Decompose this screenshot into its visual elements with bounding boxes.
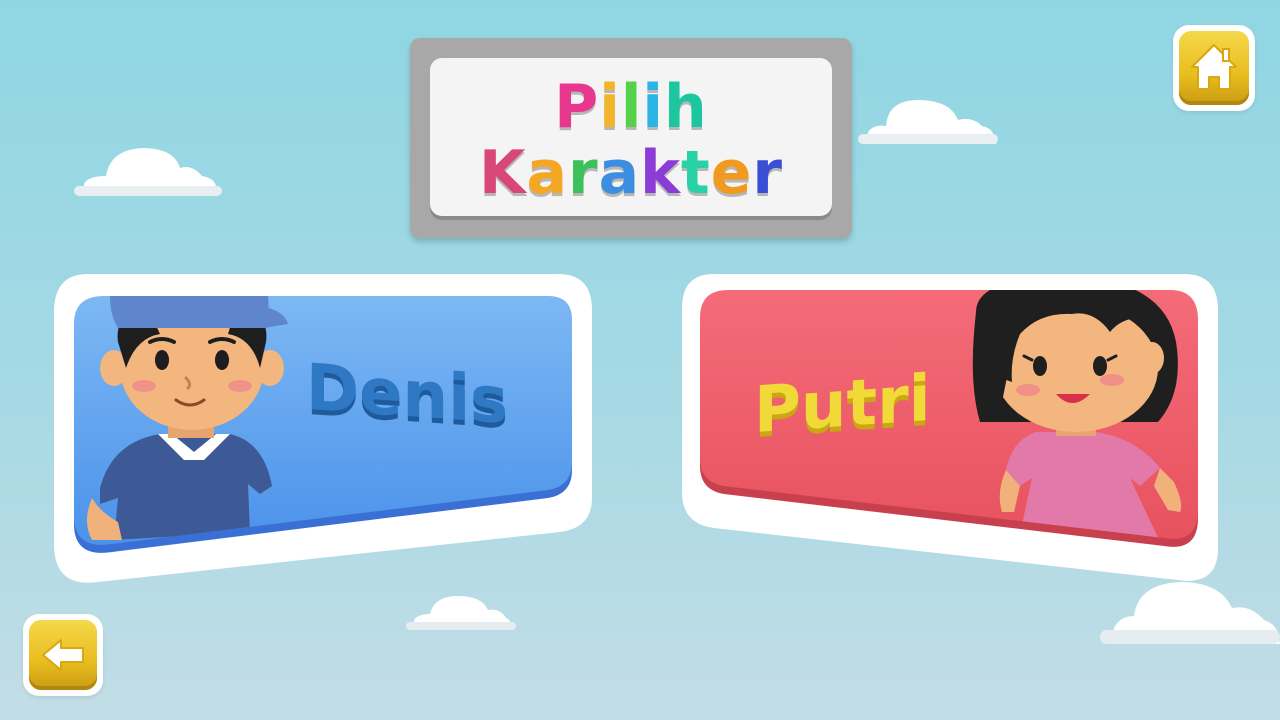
title-line-2-letter: t (681, 138, 711, 208)
arrow-left-icon (42, 639, 84, 671)
title-line-2-letter: k (640, 138, 681, 208)
denis-card-art (54, 274, 592, 583)
title-line-1-letter: P (554, 72, 600, 142)
title-line-1: Pilih (430, 72, 832, 142)
title-line-1-letter: i (642, 72, 664, 142)
title-line-2-letter: K (479, 138, 527, 208)
cloud (858, 100, 998, 144)
home-icon (1191, 44, 1237, 90)
character-card-putri[interactable]: Putri (680, 272, 1220, 587)
title-line-2: Karakter (430, 138, 832, 208)
cloud (406, 596, 516, 630)
home-button-face[interactable] (1179, 31, 1249, 105)
title-line-2-letter: e (710, 138, 753, 208)
character-name-denis: Denis (306, 350, 509, 440)
title-line-2-letter: r (568, 138, 599, 208)
back-button-face[interactable] (29, 620, 97, 690)
title-line-1-letter: h (664, 72, 708, 142)
title-line-1-letter: i (599, 72, 621, 142)
cloud (1100, 582, 1280, 644)
character-name-putri: Putri (754, 361, 931, 449)
title-panel-inner: Pilih Karakter (430, 58, 832, 216)
title-panel: Pilih Karakter (410, 38, 852, 238)
back-button[interactable] (23, 614, 103, 696)
title-line-2-letter: a (526, 138, 568, 208)
home-button[interactable] (1173, 25, 1255, 111)
title-line-2-letter: r (752, 138, 783, 208)
title-line-1-letter: l (620, 72, 643, 142)
character-card-denis[interactable]: Denis (52, 272, 594, 587)
cloud (74, 148, 222, 196)
title-line-2-letter: a (598, 138, 641, 208)
